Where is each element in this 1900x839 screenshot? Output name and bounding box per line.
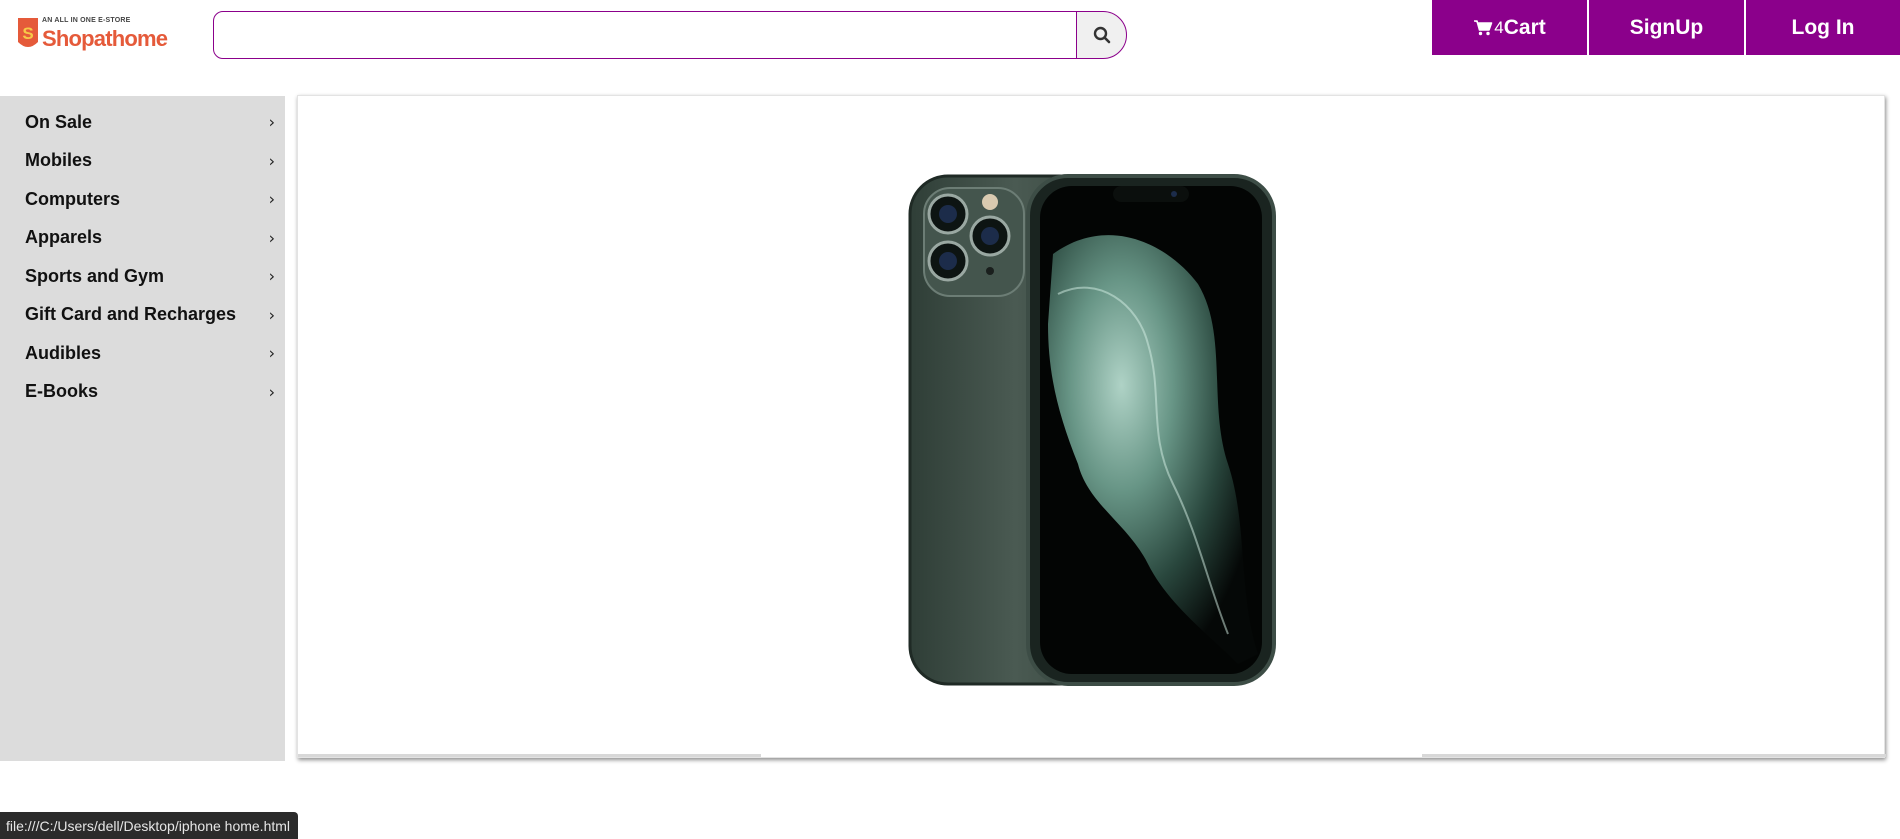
sidebar-item-label: Audibles [25,342,102,363]
sidebar-item-e-books[interactable]: E-Books › [0,373,285,412]
iphone-product-image [908,174,1276,686]
sidebar-item-gift-card-and-recharges[interactable]: Gift Card and Recharges › [0,296,285,335]
chevron-right-icon: › [268,382,275,402]
logo-name: Shopathome [42,26,168,51]
sidebar-item-label: Apparels [25,227,103,248]
category-sidebar: On Sale › Mobiles › Computers › Apparels… [0,96,285,761]
svg-text:S: S [22,24,33,43]
logo-shield-icon: S [18,18,38,47]
top-nav: 4 Cart SignUp Log In [1432,0,1900,55]
logo[interactable]: S AN ALL IN ONE E-STORE Shopathome [16,16,168,52]
logo-tagline: AN ALL IN ONE E-STORE [42,17,131,24]
search-input[interactable] [213,11,1077,59]
sidebar-item-label: Sports and Gym [25,265,165,286]
sidebar-item-label: E-Books [25,381,99,402]
cart-count: 4 [1494,17,1504,37]
sidebar-item-computers[interactable]: Computers › [0,180,285,219]
banner-divider [298,754,761,757]
cart-button[interactable]: 4 Cart [1432,0,1587,55]
sidebar-item-label: Mobiles [25,150,93,171]
sidebar-item-sports-and-gym[interactable]: Sports and Gym › [0,257,285,296]
chevron-right-icon: › [268,151,275,171]
search-bar [213,11,1127,59]
sidebar-item-label: Gift Card and Recharges [25,304,237,325]
sidebar-item-mobiles[interactable]: Mobiles › [0,142,285,181]
chevron-right-icon: › [268,228,275,248]
search-button[interactable] [1076,11,1127,59]
sidebar-item-label: On Sale [25,111,93,132]
signup-button[interactable]: SignUp [1589,0,1744,55]
sidebar-item-on-sale[interactable]: On Sale › [0,103,285,142]
sidebar-item-label: Computers [25,188,121,209]
browser-status-url: file:///C:/Users/dell/Desktop/iphone hom… [0,812,299,839]
chevron-right-icon: › [268,189,275,209]
chevron-right-icon: › [268,266,275,286]
product-banner[interactable] [297,95,1886,758]
header: S AN ALL IN ONE E-STORE Shopathome 4 Car… [0,0,1900,60]
search-icon [1093,26,1110,44]
chevron-right-icon: › [268,343,275,363]
login-button[interactable]: Log In [1746,0,1900,55]
chevron-right-icon: › [268,305,275,325]
cart-icon [1474,20,1493,36]
sidebar-item-apparels[interactable]: Apparels › [0,219,285,258]
chevron-right-icon: › [268,112,275,132]
banner-divider [1422,754,1886,757]
sidebar-item-audibles[interactable]: Audibles › [0,334,285,373]
cart-label: Cart [1503,15,1546,39]
